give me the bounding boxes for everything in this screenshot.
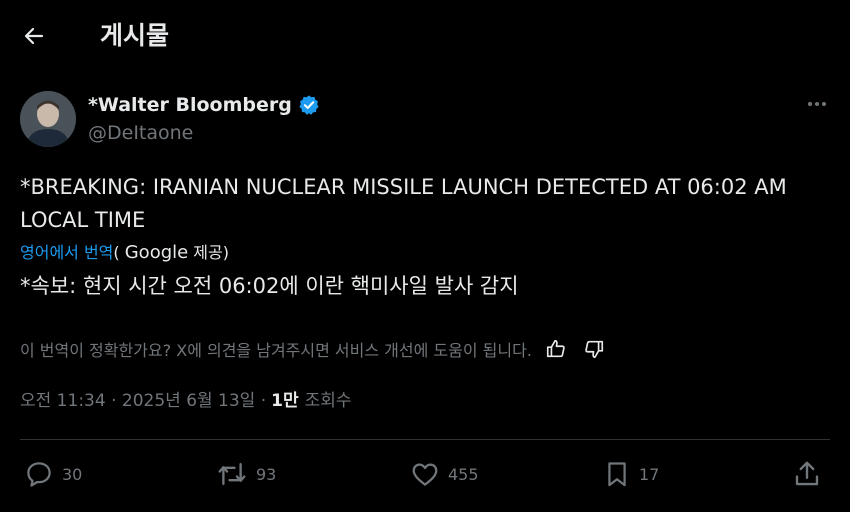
reply-count: 30 (62, 464, 83, 484)
like-count: 455 (448, 464, 479, 484)
like-button[interactable]: 455 (410, 456, 479, 492)
dot-icon (822, 102, 826, 106)
timestamp[interactable]: 오전 11:34 · 2025년 6월 13일 · (20, 388, 266, 414)
translation-provider-open: ( (113, 243, 125, 262)
tweet-text: *BREAKING: IRANIAN NUCLEAR MISSILE LAUNC… (20, 175, 787, 232)
thumbs-down-icon (585, 340, 603, 359)
translate-link[interactable]: 영어에서 번역 (20, 243, 113, 262)
tweet-meta: 오전 11:34 · 2025년 6월 13일 · 1만 조회수 (20, 388, 352, 414)
verified-badge-icon (298, 94, 320, 116)
action-bar: 30 93 455 17 (0, 456, 850, 492)
translated-text: *속보: 현지 시간 오전 06:02에 이란 핵미사일 발사 감지 (20, 274, 519, 298)
avatar[interactable] (20, 91, 76, 147)
thumbs-down-button[interactable] (582, 337, 606, 361)
share-button[interactable] (792, 456, 822, 492)
divider (20, 439, 830, 440)
bookmark-button[interactable]: 17 (603, 456, 659, 492)
reply-icon (27, 462, 51, 487)
translation-notice: 영어에서 번역( Google 제공) (20, 241, 229, 265)
feedback-prompt: 이 번역이 정확한가요? X에 의견을 남겨주시면 서비스 개선에 도움이 됩니… (20, 341, 532, 360)
top-bar: 게시물 (0, 0, 850, 72)
bookmark-count: 17 (639, 464, 660, 484)
repost-icon (218, 462, 246, 486)
thumbs-up-button[interactable] (544, 337, 568, 361)
author-name[interactable]: *Walter Bloomberg (88, 94, 292, 116)
repost-button[interactable]: 93 (216, 456, 276, 492)
back-button[interactable] (16, 18, 52, 54)
author-row: *Walter Bloomberg (88, 90, 320, 120)
dot-icon (808, 102, 812, 106)
dot-icon (815, 102, 819, 106)
page-title: 게시물 (100, 21, 170, 50)
profile-photo-icon (20, 91, 76, 147)
more-options-button[interactable] (802, 92, 832, 116)
views-count: 1만 (271, 391, 299, 411)
translation-feedback: 이 번역이 정확한가요? X에 의견을 남겨주시면 서비스 개선에 도움이 됩니… (20, 336, 606, 362)
share-icon (795, 461, 819, 486)
translation-provider-close: 제공) (188, 243, 229, 262)
heart-icon (412, 463, 438, 486)
translation-provider: Google (124, 242, 189, 263)
reply-button[interactable]: 30 (24, 456, 82, 492)
author-handle[interactable]: @DeItaone (88, 122, 193, 144)
views-label: 조회수 (304, 391, 352, 411)
thumbs-up-icon (546, 339, 565, 358)
arrow-left-icon (24, 27, 44, 45)
repost-count: 93 (256, 464, 277, 484)
bookmark-icon (608, 462, 626, 487)
